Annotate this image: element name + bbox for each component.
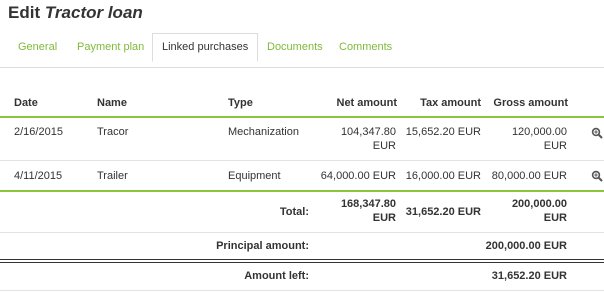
tab-general[interactable]: General xyxy=(18,33,57,59)
row-divider xyxy=(0,232,604,233)
amount-left-value: 31,652.20 EUR xyxy=(491,270,567,282)
col-header-date: Date xyxy=(14,97,38,109)
total-net-currency: EUR xyxy=(372,212,396,224)
row-net-amount: 104,347.80 xyxy=(340,126,396,138)
tab-documents[interactable]: Documents xyxy=(267,33,323,59)
principal-label: Principal amount: xyxy=(216,240,309,252)
row-date: 2/16/2015 xyxy=(14,126,63,138)
zoom-icon[interactable] xyxy=(591,170,603,182)
title-name: Tractor loan xyxy=(44,3,143,22)
row-net-amount: 64,000.00 EUR xyxy=(320,170,396,182)
page-title: Edit Tractor loan xyxy=(8,3,143,23)
row-name: Tracor xyxy=(97,126,129,138)
row-date: 4/11/2015 xyxy=(14,170,63,182)
col-header-name: Name xyxy=(97,97,127,109)
col-header-net-amount: Net amount xyxy=(336,97,398,109)
row-tax-amount: 15,652.20 EUR xyxy=(405,126,481,138)
tab-bar: General Payment plan Linked purchases Do… xyxy=(0,33,604,68)
col-header-type: Type xyxy=(228,97,253,109)
row-type: Mechanization xyxy=(228,126,299,138)
tab-payment-plan[interactable]: Payment plan xyxy=(77,33,144,59)
row-name: Trailer xyxy=(97,170,128,182)
row-gross-currency: EUR xyxy=(543,140,567,152)
total-gross-currency: EUR xyxy=(543,212,567,224)
total-label: Total: xyxy=(279,206,309,218)
row-gross-amount: 80,000.00 EUR xyxy=(491,170,567,182)
row-divider xyxy=(0,290,604,291)
tab-linked-purchases[interactable]: Linked purchases xyxy=(152,33,259,62)
row-gross-amount: 120,000.00 xyxy=(511,126,567,138)
header-divider xyxy=(0,116,604,118)
total-tax-amount: 31,652.20 EUR xyxy=(405,206,481,218)
principal-amount: 200,000.00 EUR xyxy=(485,240,567,252)
col-header-gross-amount: Gross amount xyxy=(493,97,568,109)
total-net-amount: 168,347.80 xyxy=(340,198,396,210)
double-rule-top xyxy=(0,259,604,260)
amount-left-label: Amount left: xyxy=(244,270,309,282)
double-rule-bottom xyxy=(0,262,604,263)
row-type: Equipment xyxy=(228,170,281,182)
title-prefix: Edit xyxy=(8,3,41,22)
row-net-currency: EUR xyxy=(372,140,396,152)
totals-divider xyxy=(0,190,604,192)
col-header-tax-amount: Tax amount xyxy=(420,97,481,109)
zoom-icon[interactable] xyxy=(591,127,603,139)
row-divider xyxy=(0,160,604,161)
total-gross-amount: 200,000.00 xyxy=(511,198,567,210)
tab-comments[interactable]: Comments xyxy=(339,33,392,59)
row-tax-amount: 16,000.00 EUR xyxy=(405,170,481,182)
